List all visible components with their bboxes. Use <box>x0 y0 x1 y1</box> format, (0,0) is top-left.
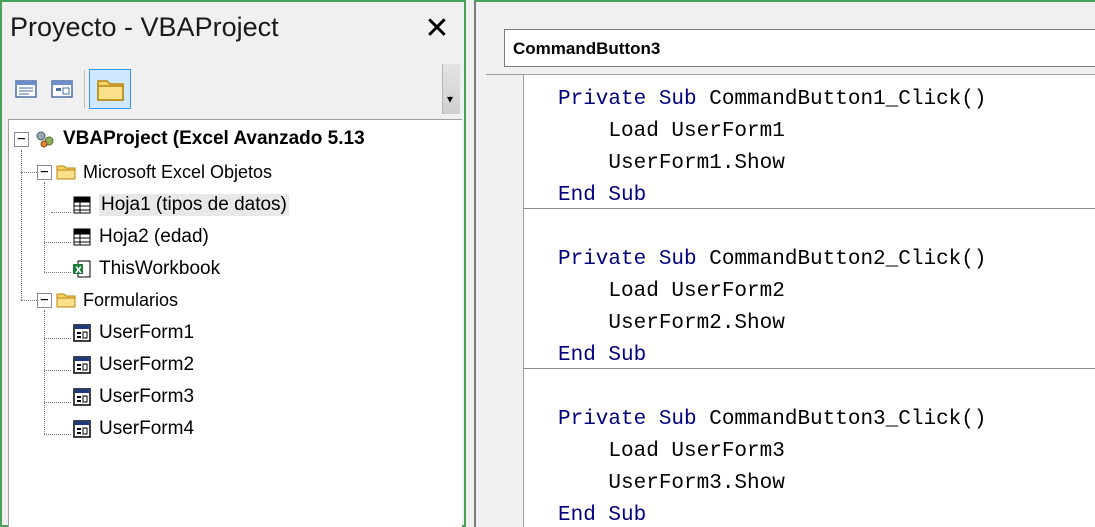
code-line: End Sub <box>558 184 647 207</box>
toolbar-overflow-button[interactable]: ▾ <box>442 64 460 114</box>
code-line: End Sub <box>558 504 647 527</box>
code-line: UserForm2.Show <box>558 312 785 335</box>
userform-icon <box>73 356 91 374</box>
code-line: Private Sub CommandButton1_Click() <box>558 88 987 111</box>
code-line: Load UserForm2 <box>558 280 785 303</box>
tree-item-thisworkbook[interactable]: X ThisWorkbook <box>71 254 220 284</box>
object-selector-dropdown[interactable]: CommandButton3 <box>504 29 1095 67</box>
code-editor[interactable]: Private Sub CommandButton1_Click() Load … <box>486 74 1095 527</box>
toolbar-separator <box>84 70 85 108</box>
userform-icon <box>73 420 91 438</box>
tree-item-label: UserForm2 <box>99 354 195 375</box>
tree-item-label: UserForm3 <box>99 386 195 407</box>
tree-connector <box>21 300 37 301</box>
tree-connector <box>44 242 71 243</box>
svg-text:X: X <box>75 266 82 276</box>
project-explorer-pane: Proyecto - VBAProject ✕ ▾ − VBAProject (… <box>0 0 466 527</box>
procedure-block: Private Sub CommandButton1_Click() Load … <box>524 75 1095 207</box>
collapse-icon[interactable]: − <box>37 165 52 180</box>
procedure-block: Private Sub CommandButton3_Click() Load … <box>524 369 1095 527</box>
tree-connector <box>44 272 71 273</box>
tree-item-label: Hoja2 (edad) <box>99 226 209 247</box>
project-pane-title: Proyecto - VBAProject <box>10 12 279 42</box>
userform-icon <box>73 388 91 406</box>
userform-icon <box>73 324 91 342</box>
toggle-folders-icon <box>97 80 124 101</box>
collapse-icon[interactable]: − <box>37 293 52 308</box>
toggle-folders-button[interactable] <box>89 69 131 109</box>
tree-item-hoja1[interactable]: Hoja1 (tipos de datos) <box>71 190 289 220</box>
tree-connector <box>44 338 71 339</box>
tree-connector <box>51 212 71 213</box>
tree-connector <box>44 182 45 272</box>
tree-item-label: Hoja1 (tipos de datos) <box>99 194 289 216</box>
code-line: UserForm3.Show <box>558 472 785 495</box>
tree-connector <box>44 370 71 371</box>
folder-icon <box>56 293 76 308</box>
tree-connector <box>44 402 71 403</box>
tree-connector <box>44 434 71 435</box>
project-tree[interactable]: − VBAProject (Excel Avanzado 5.13 − Micr… <box>8 119 462 527</box>
project-toolbar: ▾ <box>8 64 460 116</box>
code-margin-indicator-bar <box>486 75 524 527</box>
view-object-button[interactable] <box>49 76 75 102</box>
view-object-icon <box>51 80 73 98</box>
folder-icon <box>56 165 76 180</box>
code-line: Load UserForm1 <box>558 120 785 143</box>
tree-connector <box>44 310 45 434</box>
folder-label: Microsoft Excel Objetos <box>83 161 273 182</box>
worksheet-icon <box>73 196 91 214</box>
tree-root-vbaproject[interactable]: VBAProject (Excel Avanzado 5.13 <box>35 124 365 154</box>
code-line: Private Sub CommandButton3_Click() <box>558 408 987 431</box>
code-line: Load UserForm3 <box>558 440 785 463</box>
vba-project-icon <box>36 131 54 148</box>
tree-item-userform2[interactable]: UserForm2 <box>71 350 194 380</box>
code-line: UserForm1.Show <box>558 152 785 175</box>
procedure-block: Private Sub CommandButton2_Click() Load … <box>524 209 1095 369</box>
code-line: End Sub <box>558 344 647 367</box>
collapse-icon[interactable]: − <box>14 132 29 147</box>
tree-item-hoja2[interactable]: Hoja2 (edad) <box>71 222 209 252</box>
tree-root-label: VBAProject (Excel Avanzado 5.13 <box>63 128 365 149</box>
code-line: Private Sub CommandButton2_Click() <box>558 248 987 271</box>
tree-item-userform4[interactable]: UserForm4 <box>71 414 194 444</box>
tree-folder-excel-objects[interactable]: Microsoft Excel Objetos <box>55 157 272 187</box>
view-code-icon <box>15 80 37 98</box>
project-titlebar: Proyecto - VBAProject ✕ <box>2 2 464 56</box>
workbook-icon: X <box>73 260 91 278</box>
tree-item-userform3[interactable]: UserForm3 <box>71 382 194 412</box>
tree-connector <box>21 172 37 173</box>
code-window: CommandButton3 Private Sub CommandButton… <box>474 0 1095 527</box>
view-code-button[interactable] <box>13 76 39 102</box>
chevron-down-icon: ▾ <box>447 92 454 106</box>
worksheet-icon <box>73 228 91 246</box>
close-icon: ✕ <box>424 11 450 46</box>
tree-item-label: UserForm4 <box>99 418 195 439</box>
tree-item-label: UserForm1 <box>99 322 195 343</box>
tree-item-userform1[interactable]: UserForm1 <box>71 318 194 348</box>
tree-folder-formularios[interactable]: Formularios <box>55 285 178 315</box>
tree-item-label: ThisWorkbook <box>99 258 221 279</box>
close-button[interactable]: ✕ <box>420 14 454 46</box>
folder-label: Formularios <box>83 289 179 310</box>
